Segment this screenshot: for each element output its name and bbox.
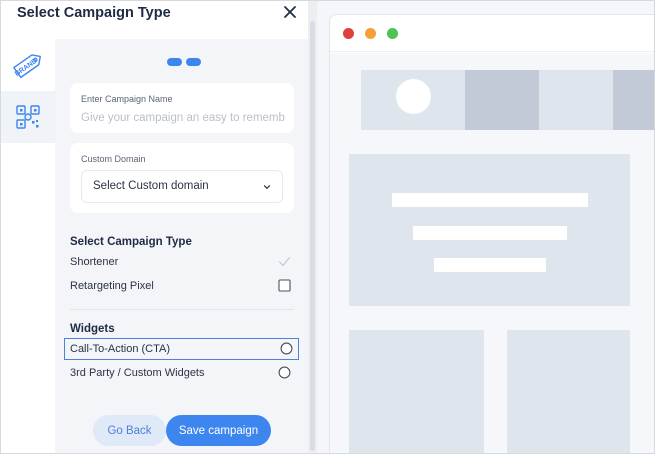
campaign-panel: Select Campaign Type BRAND Enter Campaig… [1, 1, 308, 453]
panel-scrollbar[interactable] [308, 1, 317, 453]
preview-avatar-placeholder [396, 79, 431, 114]
close-button[interactable] [280, 2, 300, 22]
option-label: Call-To-Action (CTA) [70, 343, 171, 355]
preview-card-block [507, 330, 630, 453]
campaign-type-heading: Select Campaign Type [70, 236, 192, 248]
scrollbar-thumb[interactable] [310, 21, 315, 451]
save-campaign-button[interactable]: Save campaign [166, 415, 271, 446]
preview-text-line [413, 226, 567, 240]
step-dot [186, 58, 201, 66]
traffic-light-green [387, 28, 398, 39]
option-label: Retargeting Pixel [70, 280, 154, 292]
campaign-name-card: Enter Campaign Name Give your campaign a… [70, 83, 294, 133]
rail-item-qr[interactable] [1, 91, 55, 143]
chevron-down-icon [263, 185, 271, 189]
option-label: Shortener [70, 256, 119, 268]
qr-code-icon [16, 105, 40, 129]
radio-icon[interactable] [278, 366, 291, 379]
traffic-light-red [343, 28, 354, 39]
custom-domain-card: Custom Domain Select Custom domain [70, 143, 294, 213]
panel-title: Select Campaign Type [17, 5, 171, 21]
option-retargeting-pixel[interactable]: Retargeting Pixel [70, 275, 294, 297]
preview-text-line [434, 258, 546, 272]
side-rail: BRAND [1, 39, 55, 453]
browser-preview [329, 14, 654, 453]
option-custom-widgets[interactable]: 3rd Party / Custom Widgets [70, 362, 294, 384]
step-dot [167, 58, 182, 66]
checkmark-icon [278, 256, 291, 267]
preview-header-block [539, 70, 613, 130]
go-back-button[interactable]: Go Back [93, 415, 166, 446]
campaign-name-input[interactable]: Give your campaign an easy to remember [81, 112, 285, 124]
preview-page [330, 53, 654, 453]
preview-header-block [465, 70, 539, 130]
section-divider [70, 309, 294, 310]
option-cta[interactable]: Call-To-Action (CTA) [64, 338, 299, 360]
preview-card-block [349, 330, 484, 453]
campaign-name-label: Enter Campaign Name [81, 94, 173, 104]
close-icon [284, 6, 296, 18]
preview-text-line [392, 193, 588, 207]
custom-domain-value: Select Custom domain [93, 180, 209, 192]
panel-content: Enter Campaign Name Give your campaign a… [55, 39, 308, 453]
app-frame: Select Campaign Type BRAND Enter Campaig… [0, 0, 655, 454]
traffic-light-yellow [365, 28, 376, 39]
rail-item-brand[interactable]: BRAND [1, 39, 55, 91]
preview-header-block [613, 70, 654, 130]
step-indicator [167, 58, 201, 66]
checkbox-icon[interactable] [278, 279, 291, 292]
widgets-heading: Widgets [70, 323, 115, 335]
custom-domain-label: Custom Domain [81, 154, 146, 164]
brand-tag-icon: BRAND [13, 54, 41, 79]
option-shortener[interactable]: Shortener [70, 251, 294, 273]
panel-header: Select Campaign Type [1, 1, 308, 39]
option-label: 3rd Party / Custom Widgets [70, 367, 205, 379]
radio-icon[interactable] [280, 342, 293, 355]
custom-domain-select[interactable]: Select Custom domain [81, 170, 283, 203]
browser-toolbar [330, 15, 654, 52]
